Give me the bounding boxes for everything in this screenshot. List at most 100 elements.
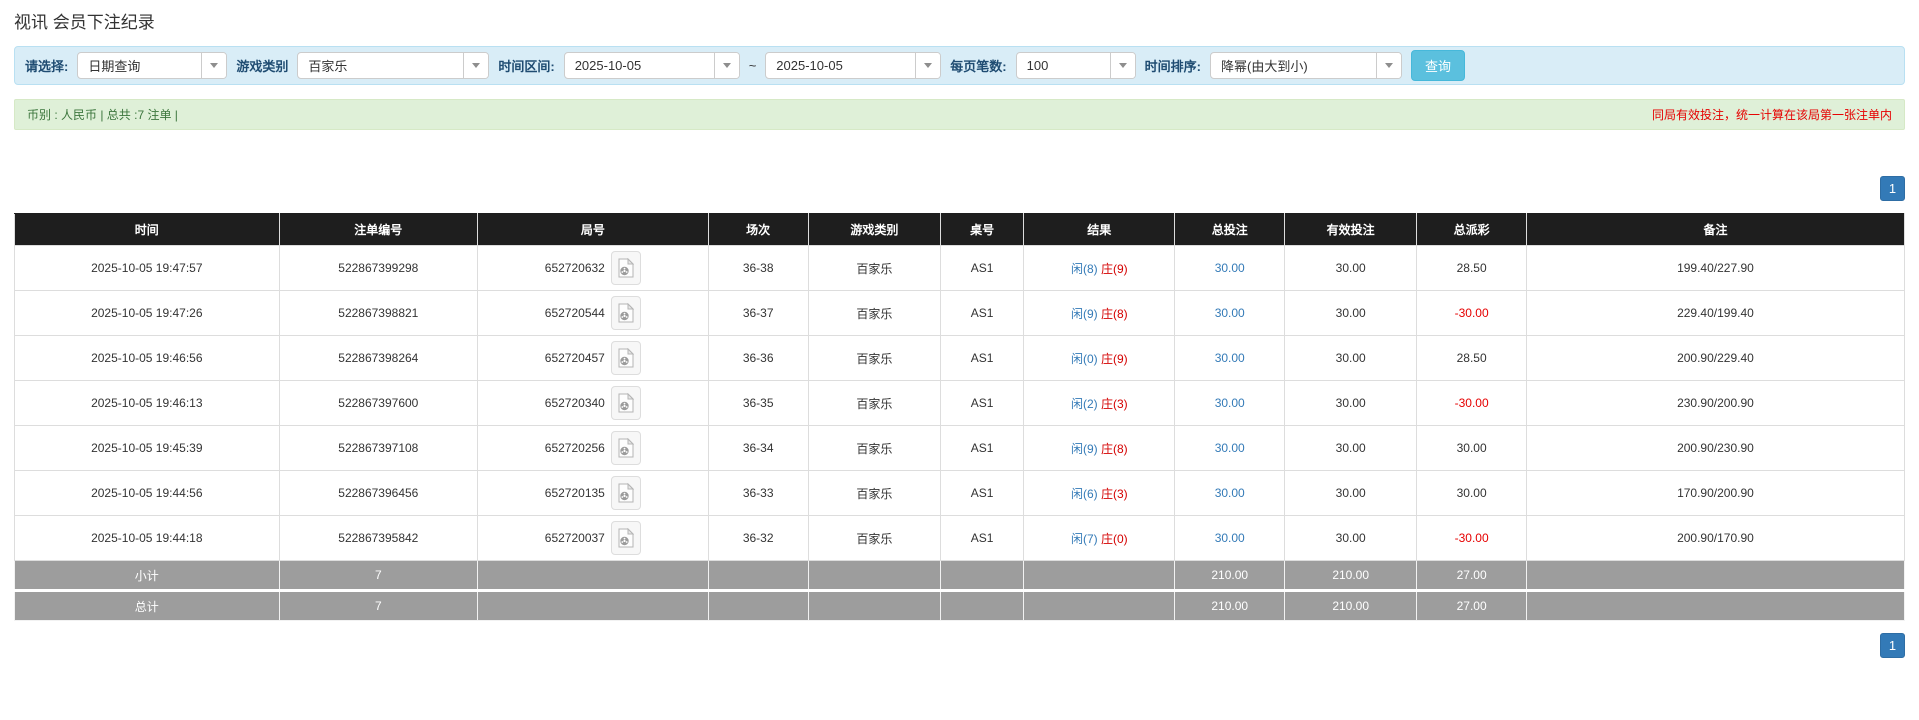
- video-file-icon[interactable]: [611, 521, 641, 555]
- table-body: 2025-10-05 19:47:57522867399298652720632…: [15, 246, 1905, 561]
- page-1-button[interactable]: 1: [1880, 633, 1905, 658]
- subtotal-empty: [1526, 561, 1904, 591]
- video-file-icon[interactable]: [611, 251, 641, 285]
- cell-valid-bet: 30.00: [1285, 291, 1417, 336]
- page-size-select[interactable]: 100: [1016, 52, 1136, 79]
- result-banker: 庄(9): [1101, 262, 1128, 276]
- subtotal-valid-bet: 210.00: [1285, 561, 1417, 591]
- total-bet-link[interactable]: 30.00: [1215, 306, 1245, 320]
- filter-bar: 请选择: 日期查询 游戏类别 百家乐 时间区间: 2025-10-05 ~ 20…: [14, 46, 1905, 85]
- total-bet-link[interactable]: 30.00: [1215, 351, 1245, 365]
- cell-payout: 28.50: [1417, 336, 1527, 381]
- caret-down-icon[interactable]: [714, 53, 739, 78]
- total-bet-link[interactable]: 30.00: [1215, 261, 1245, 275]
- total-empty: [1526, 591, 1904, 621]
- table-row: 2025-10-05 19:46:13522867397600652720340…: [15, 381, 1905, 426]
- cell-round-id: 652720135: [478, 471, 709, 516]
- cell-result: 闲(9) 庄(8): [1024, 426, 1175, 471]
- table-row: 2025-10-05 19:44:18522867395842652720037…: [15, 516, 1905, 561]
- query-mode-select[interactable]: 日期查询: [77, 52, 227, 79]
- currency-summary: 币别 : 人民币 | 总共 :7 注单 |: [27, 106, 178, 123]
- column-header-5: 桌号: [941, 214, 1024, 246]
- caret-down-icon[interactable]: [1376, 53, 1401, 78]
- column-header-2: 局号: [478, 214, 709, 246]
- grand-total-row: 总计 7 210.00 210.00 27.00: [15, 591, 1905, 621]
- total-bet-link[interactable]: 30.00: [1215, 441, 1245, 455]
- total-total-bet: 210.00: [1175, 591, 1285, 621]
- caret-down-icon[interactable]: [201, 53, 226, 78]
- cell-result: 闲(8) 庄(9): [1024, 246, 1175, 291]
- cell-bet-id: 522867398821: [279, 291, 477, 336]
- date-to-select[interactable]: 2025-10-05: [765, 52, 941, 79]
- page-1-button[interactable]: 1: [1880, 176, 1905, 201]
- table-row: 2025-10-05 19:47:26522867398821652720544…: [15, 291, 1905, 336]
- total-label: 总计: [15, 591, 280, 621]
- cell-round-id: 652720457: [478, 336, 709, 381]
- date-from-select[interactable]: 2025-10-05: [564, 52, 740, 79]
- video-file-icon[interactable]: [611, 431, 641, 465]
- page-title: 视讯 会员下注纪录: [14, 8, 1905, 33]
- total-bet-link[interactable]: 30.00: [1215, 531, 1245, 545]
- result-banker: 庄(3): [1101, 397, 1128, 411]
- cell-time: 2025-10-05 19:45:39: [15, 426, 280, 471]
- summary-bar: 币别 : 人民币 | 总共 :7 注单 | 同局有效投注，统一计算在该局第一张注…: [14, 99, 1905, 130]
- video-file-icon[interactable]: [611, 476, 641, 510]
- cell-total-bet: 30.00: [1175, 426, 1285, 471]
- cell-note: 230.90/200.90: [1526, 381, 1904, 426]
- cell-valid-bet: 30.00: [1285, 516, 1417, 561]
- cell-valid-bet: 30.00: [1285, 246, 1417, 291]
- column-header-10: 备注: [1526, 214, 1904, 246]
- cell-game-type: 百家乐: [808, 516, 940, 561]
- caret-down-icon[interactable]: [915, 53, 940, 78]
- column-header-4: 游戏类别: [808, 214, 940, 246]
- sort-order-select[interactable]: 降幂(由大到小): [1210, 52, 1402, 79]
- cell-payout: -30.00: [1417, 291, 1527, 336]
- page: 视讯 会员下注纪录 请选择: 日期查询 游戏类别 百家乐 时间区间: 2025-…: [0, 0, 1919, 658]
- cell-time: 2025-10-05 19:44:56: [15, 471, 280, 516]
- total-empty: [808, 591, 940, 621]
- subtotal-label: 小计: [15, 561, 280, 591]
- total-payout: 27.00: [1417, 591, 1527, 621]
- result-banker: 庄(8): [1101, 307, 1128, 321]
- result-banker: 庄(9): [1101, 352, 1128, 366]
- video-file-icon[interactable]: [611, 386, 641, 420]
- query-mode-value: 日期查询: [78, 53, 201, 78]
- query-button[interactable]: 查询: [1411, 50, 1465, 81]
- cell-table-id: AS1: [941, 426, 1024, 471]
- column-header-7: 总投注: [1175, 214, 1285, 246]
- date-to-value: 2025-10-05: [766, 53, 915, 78]
- cell-bet-id: 522867398264: [279, 336, 477, 381]
- game-type-select[interactable]: 百家乐: [297, 52, 489, 79]
- cell-table-id: AS1: [941, 336, 1024, 381]
- cell-round-id: 652720340: [478, 381, 709, 426]
- cell-bet-id: 522867397108: [279, 426, 477, 471]
- cell-session: 36-35: [708, 381, 808, 426]
- subtotal-row: 小计 7 210.00 210.00 27.00: [15, 561, 1905, 591]
- caret-down-icon[interactable]: [463, 53, 488, 78]
- result-player: 闲(7): [1071, 532, 1098, 546]
- cell-time: 2025-10-05 19:46:56: [15, 336, 280, 381]
- cell-valid-bet: 30.00: [1285, 336, 1417, 381]
- cell-round-id: 652720544: [478, 291, 709, 336]
- cell-note: 170.90/200.90: [1526, 471, 1904, 516]
- total-empty: [1024, 591, 1175, 621]
- video-file-icon[interactable]: [611, 341, 641, 375]
- cell-table-id: AS1: [941, 516, 1024, 561]
- cell-valid-bet: 30.00: [1285, 471, 1417, 516]
- total-count: 7: [279, 591, 477, 621]
- total-valid-bet: 210.00: [1285, 591, 1417, 621]
- table-row: 2025-10-05 19:45:39522867397108652720256…: [15, 426, 1905, 471]
- cell-session: 36-37: [708, 291, 808, 336]
- total-bet-link[interactable]: 30.00: [1215, 486, 1245, 500]
- video-file-icon[interactable]: [611, 296, 641, 330]
- game-type-label: 游戏类别: [236, 56, 288, 75]
- subtotal-empty: [1024, 561, 1175, 591]
- game-type-value: 百家乐: [298, 53, 463, 78]
- table-row: 2025-10-05 19:47:57522867399298652720632…: [15, 246, 1905, 291]
- subtotal-count: 7: [279, 561, 477, 591]
- cell-note: 200.90/170.90: [1526, 516, 1904, 561]
- result-player: 闲(9): [1071, 307, 1098, 321]
- cell-table-id: AS1: [941, 246, 1024, 291]
- total-bet-link[interactable]: 30.00: [1215, 396, 1245, 410]
- caret-down-icon[interactable]: [1110, 53, 1135, 78]
